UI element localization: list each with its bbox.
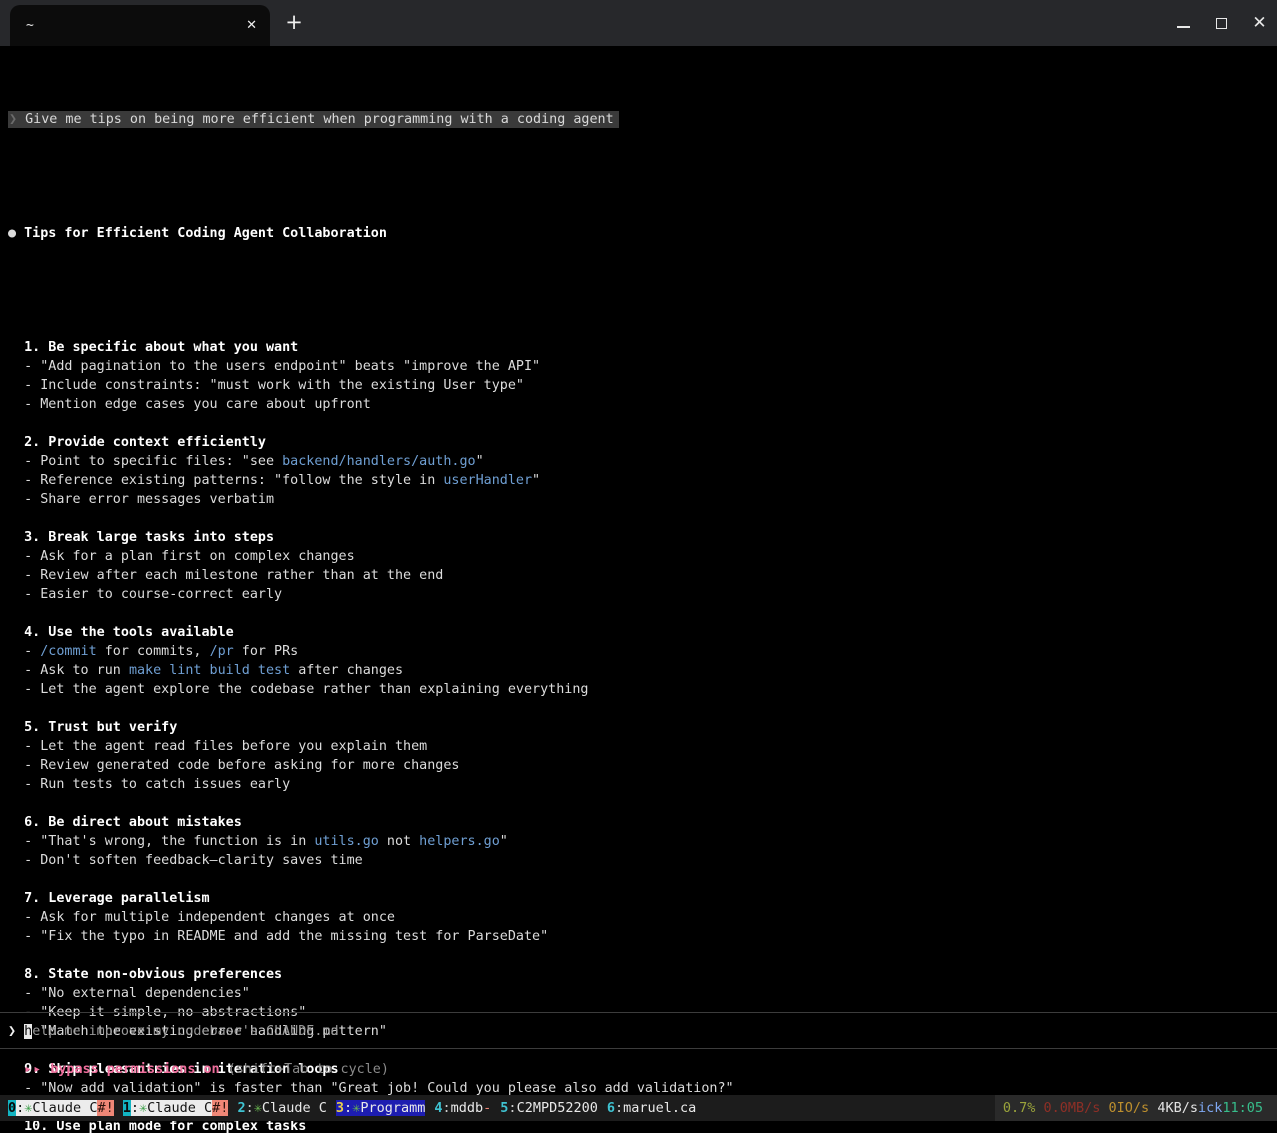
blank-line xyxy=(8,794,734,813)
user-message-line: ❯ Give me tips on being more efficient w… xyxy=(8,110,734,129)
blank-line xyxy=(8,1041,734,1060)
section-item: - Let the agent read files before you ex… xyxy=(8,737,734,756)
blank-line xyxy=(8,281,734,300)
tab-close-icon[interactable]: ✕ xyxy=(246,18,257,33)
section-item: - Share error messages verbatim xyxy=(8,490,734,509)
maximize-icon xyxy=(1216,18,1227,29)
tmux-window-5[interactable]: 5:C2MPD52200 xyxy=(500,1100,598,1116)
mode-hint: (shift+Tab to cycle) xyxy=(228,1062,389,1077)
input-box-top-border xyxy=(0,1012,1277,1013)
section-heading: 5. Trust but verify xyxy=(8,718,734,737)
section-item: - Review after each milestone rather tha… xyxy=(8,566,734,585)
close-button[interactable]: ✕ xyxy=(1252,16,1267,31)
tmux-window-1[interactable]: 1:✳Claude C#! xyxy=(123,1100,229,1116)
minimize-button[interactable] xyxy=(1176,16,1191,31)
response-bullet-icon: ● xyxy=(8,226,16,241)
section-item: - Don't soften feedback—clarity saves ti… xyxy=(8,851,734,870)
section-heading: 3. Break large tasks into steps xyxy=(8,528,734,547)
section-item: - Include constraints: "must work with t… xyxy=(8,376,734,395)
section-item: - Run tests to catch issues early xyxy=(8,775,734,794)
section-heading: 7. Leverage parallelism xyxy=(8,889,734,908)
section-item: - /commit for commits, /pr for PRs xyxy=(8,642,734,661)
tab-home[interactable]: ~ ✕ xyxy=(10,5,270,46)
prompt-chevron-icon: ❯ xyxy=(9,112,17,127)
section-item: - Mention edge cases you care about upfr… xyxy=(8,395,734,414)
section-item: - Easier to course-correct early xyxy=(8,585,734,604)
blank-line xyxy=(8,699,734,718)
section-item: - "Fix the typo in README and add the mi… xyxy=(8,927,734,946)
permission-mode-line[interactable]: ▸▸ bypass permissions on (shift+Tab to c… xyxy=(8,1060,389,1079)
window-controls: ✕ xyxy=(1176,0,1267,46)
tab-title: ~ xyxy=(26,18,34,33)
mode-arrows-icon: ▸▸ xyxy=(24,1062,42,1077)
blank-line xyxy=(8,167,734,186)
section-item: - Ask to run make lint build test after … xyxy=(8,661,734,680)
status-windows: 0:✳Claude C#! 1:✳Claude C#! 2:✳Claude C 3:✳… xyxy=(0,1095,705,1121)
section-heading: 8. State non-obvious preferences xyxy=(8,965,734,984)
section-item: - "Add pagination to the users endpoint"… xyxy=(8,357,734,376)
section-item: - "No external dependencies" xyxy=(8,984,734,1003)
section-heading: 1. Be specific about what you want xyxy=(8,338,734,357)
section-item: - Ask for multiple independent changes a… xyxy=(8,908,734,927)
blank-line xyxy=(8,414,734,433)
user-message-text: Give me tips on being more efficient whe… xyxy=(25,112,614,127)
blank-line xyxy=(8,604,734,623)
blank-line xyxy=(8,870,734,889)
section-item: - Point to specific files: "see backend/… xyxy=(8,452,734,471)
new-tab-button[interactable]: + xyxy=(281,10,307,36)
section-item: - "That's wrong, the function is in util… xyxy=(8,832,734,851)
tmux-window-4[interactable]: 4:mddb- xyxy=(434,1100,491,1116)
input-chevron-icon: ❯ xyxy=(8,1024,16,1039)
input-text: elp me improve my codebase's CLAUDE.md xyxy=(32,1024,338,1039)
tmux-window-6[interactable]: 6:maruel.ca xyxy=(607,1100,696,1116)
tmux-window-2[interactable]: 2:✳Claude C xyxy=(237,1100,326,1116)
text-cursor: h xyxy=(24,1024,32,1039)
response-sections: 1. Be specific about what you want - "Ad… xyxy=(8,338,734,1133)
prompt-input[interactable]: ❯ help me improve my codebase's CLAUDE.m… xyxy=(8,1022,339,1041)
terminal-content[interactable]: ❯ Give me tips on being more efficient w… xyxy=(0,46,1277,1133)
blank-line xyxy=(8,946,734,965)
tmux-window-0[interactable]: 0:✳Claude C#! xyxy=(8,1100,114,1116)
status-right: 0.7% 0.0MB/s 0IO/s 4KB/sick11:05 xyxy=(995,1095,1277,1121)
tmux-window-3[interactable]: 3:✳Programm xyxy=(336,1100,425,1116)
terminal-scrollback: ❯ Give me tips on being more efficient w… xyxy=(0,72,734,1133)
section-item: - Review generated code before asking fo… xyxy=(8,756,734,775)
section-heading: 4. Use the tools available xyxy=(8,623,734,642)
blank-line xyxy=(8,509,734,528)
tab-bar: ~ ✕ + ✕ xyxy=(0,0,1277,46)
minimize-icon xyxy=(1177,26,1190,28)
input-box-bottom-border xyxy=(0,1048,1277,1049)
maximize-button[interactable] xyxy=(1214,16,1229,31)
section-heading: 6. Be direct about mistakes xyxy=(8,813,734,832)
section-item: - Let the agent explore the codebase rat… xyxy=(8,680,734,699)
response-title: Tips for Efficient Coding Agent Collabor… xyxy=(24,226,387,241)
mode-label: bypass permissions on xyxy=(50,1062,219,1077)
section-item: - Ask for a plan first on complex change… xyxy=(8,547,734,566)
tmux-status-bar: 0:✳Claude C#! 1:✳Claude C#! 2:✳Claude C 3:✳… xyxy=(0,1095,1277,1121)
user-message-highlight: ❯ Give me tips on being more efficient w… xyxy=(8,111,619,128)
section-item: - Reference existing patterns: "follow t… xyxy=(8,471,734,490)
section-heading: 2. Provide context efficiently xyxy=(8,433,734,452)
response-title-line: ● Tips for Efficient Coding Agent Collab… xyxy=(8,224,734,243)
terminal-window: ~ ✕ + ✕ ❯ Give me tips on being more eff… xyxy=(0,0,1277,1133)
